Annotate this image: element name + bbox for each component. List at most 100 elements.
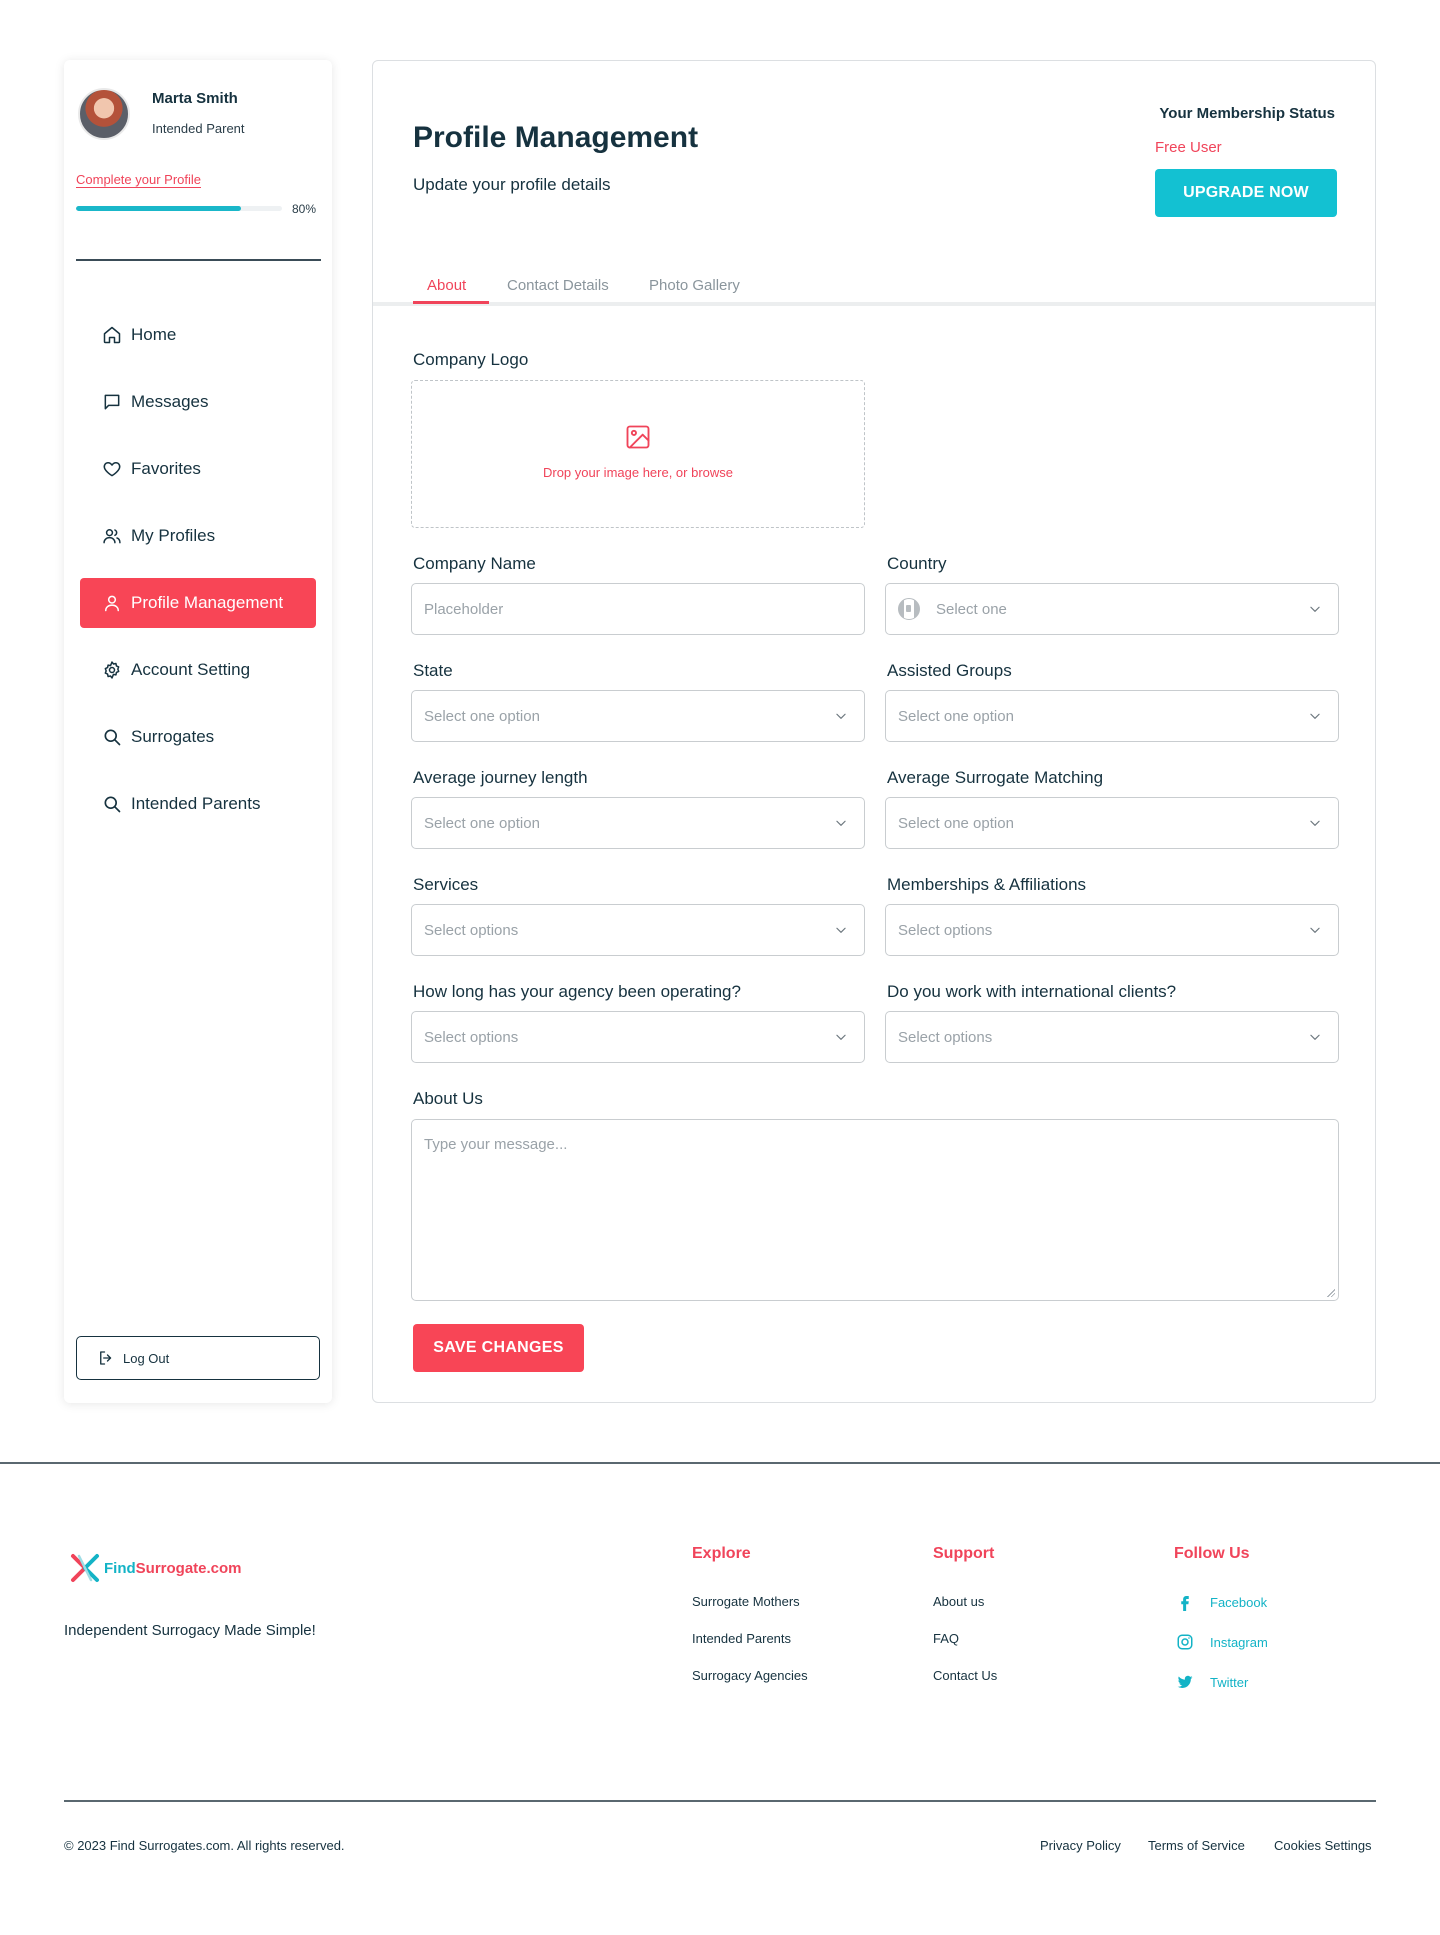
- upgrade-now-button[interactable]: UPGRADE NOW: [1155, 169, 1337, 217]
- sidebar-item-label: Messages: [131, 392, 209, 411]
- facebook-icon: [1181, 1596, 1189, 1611]
- sidebar-item-label: Favorites: [131, 459, 201, 478]
- users-icon: [103, 529, 121, 544]
- memberships-label: Memberships & Affiliations: [887, 875, 1087, 894]
- sidebar-item-surrogates[interactable]: Surrogates: [80, 712, 316, 762]
- memberships-select[interactable]: Select options: [885, 904, 1339, 956]
- sidebar-item-label: Account Setting: [131, 660, 251, 679]
- user-role: Intended Parent: [152, 121, 245, 136]
- save-changes-button[interactable]: SAVE CHANGES: [413, 1324, 584, 1372]
- journey-length-select-value: Select one option: [424, 814, 540, 832]
- logout-button[interactable]: Log Out: [76, 1336, 320, 1380]
- state-label: State: [413, 661, 453, 680]
- logout-icon: [100, 1351, 112, 1365]
- terms-of-service-link[interactable]: Terms of Service: [1148, 1838, 1245, 1853]
- chevron-down-icon: [836, 927, 846, 933]
- country-label: Country: [887, 554, 947, 573]
- company-logo-dropzone[interactable]: Drop your image here, or browse: [411, 380, 865, 528]
- footer-link-contact-us[interactable]: Contact Us: [933, 1668, 997, 1683]
- sidebar-item-label: Intended Parents: [131, 794, 261, 813]
- gear-icon: [104, 661, 120, 679]
- tab-contact-details[interactable]: Contact Details: [507, 277, 609, 294]
- tab-photo-gallery[interactable]: Photo Gallery: [649, 277, 740, 294]
- agency-operating-select-value: Select options: [424, 1028, 519, 1046]
- sidebar-item-label: Surrogates: [131, 727, 215, 746]
- footer-divider: [0, 1462, 1440, 1464]
- sidebar-item-favorites[interactable]: Favorites: [80, 444, 316, 494]
- footer-social-twitter[interactable]: Twitter: [1176, 1673, 1248, 1691]
- footer-social-instagram[interactable]: Instagram: [1176, 1633, 1268, 1651]
- sidebar-item-profile-management[interactable]: Profile Management: [80, 578, 316, 628]
- twitter-label: Twitter: [1210, 1674, 1249, 1690]
- tab-about[interactable]: About: [427, 277, 466, 294]
- sidebar-item-label: My Profiles: [131, 526, 216, 545]
- services-select[interactable]: Select options: [411, 904, 865, 956]
- journey-length-label: Average journey length: [413, 768, 588, 787]
- message-icon: [104, 394, 120, 410]
- chevron-down-icon: [836, 820, 846, 826]
- user-profile-summary: Marta Smith Intended Parent: [78, 88, 245, 140]
- heart-icon: [103, 462, 121, 477]
- sidebar-item-label: Home: [131, 325, 177, 344]
- instagram-label: Instagram: [1210, 1634, 1268, 1650]
- privacy-policy-link[interactable]: Privacy Policy: [1040, 1838, 1121, 1853]
- page-title: Profile Management: [413, 121, 699, 154]
- sidebar-item-messages[interactable]: Messages: [80, 377, 316, 427]
- footer-tagline: Independent Surrogacy Made Simple!: [64, 1622, 316, 1639]
- facebook-label: Facebook: [1210, 1594, 1268, 1610]
- state-select[interactable]: Select one option: [411, 690, 865, 742]
- international-clients-select-value: Select options: [898, 1028, 993, 1046]
- about-us-placeholder: Type your message...: [424, 1136, 568, 1153]
- cookies-settings-link[interactable]: Cookies Settings: [1274, 1838, 1372, 1853]
- footer-social-facebook[interactable]: Facebook: [1176, 1593, 1267, 1611]
- agency-operating-select[interactable]: Select options: [411, 1011, 865, 1063]
- international-clients-select[interactable]: Select options: [885, 1011, 1339, 1063]
- agency-operating-label: How long has your agency been operating?: [413, 982, 741, 1001]
- company-name-input[interactable]: Placeholder: [411, 583, 865, 635]
- twitter-icon: [1177, 1675, 1193, 1689]
- footer-explore-title: Explore: [692, 1545, 751, 1562]
- logo-text: FindSurrogate.com: [104, 1559, 242, 1577]
- avatar[interactable]: [78, 88, 130, 140]
- profile-progress-bar: [76, 206, 282, 211]
- membership-status-value: Free User: [1155, 139, 1222, 156]
- sidebar-item-home[interactable]: Home: [80, 310, 316, 360]
- country-select[interactable]: Select one: [885, 583, 1339, 635]
- journey-length-select[interactable]: Select one option: [411, 797, 865, 849]
- search-icon: [104, 729, 121, 746]
- search-icon: [104, 796, 121, 813]
- services-label: Services: [413, 875, 479, 894]
- about-us-textarea[interactable]: Type your message...: [411, 1119, 1339, 1301]
- footer-link-about-us[interactable]: About us: [933, 1594, 984, 1609]
- instagram-icon: [1177, 1634, 1193, 1650]
- state-select-value: Select one option: [424, 707, 540, 725]
- chevron-down-icon: [836, 713, 846, 719]
- surrogate-matching-select-value: Select one option: [898, 814, 1014, 832]
- chevron-down-icon: [1310, 606, 1320, 612]
- footer-link-faq[interactable]: FAQ: [933, 1631, 959, 1646]
- footer-link-surrogate-mothers[interactable]: Surrogate Mothers: [692, 1594, 800, 1609]
- profile-progress-fill: [76, 206, 241, 211]
- footer-logo[interactable]: FindSurrogate.com: [70, 1553, 242, 1583]
- tabs-divider: [373, 302, 1375, 306]
- surrogate-matching-select[interactable]: Select one option: [885, 797, 1339, 849]
- active-tab-indicator: [413, 301, 489, 304]
- sidebar-item-my-profiles[interactable]: My Profiles: [80, 511, 316, 561]
- image-icon: [626, 425, 650, 449]
- resize-handle[interactable]: [1327, 1289, 1335, 1297]
- footer-link-intended-parents[interactable]: Intended Parents: [692, 1631, 791, 1646]
- sidebar: Marta Smith Intended Parent Complete you…: [64, 60, 332, 1403]
- sidebar-item-intended-parents[interactable]: Intended Parents: [80, 779, 316, 829]
- footer-link-surrogacy-agencies[interactable]: Surrogacy Agencies: [692, 1668, 808, 1683]
- sidebar-divider: [76, 259, 321, 261]
- complete-profile-link[interactable]: Complete your Profile: [76, 172, 201, 187]
- sidebar-nav: Home Messages Favorites My Profiles Prof…: [80, 310, 316, 846]
- page-subtitle: Update your profile details: [413, 175, 611, 194]
- chevron-down-icon: [1310, 820, 1320, 826]
- memberships-select-value: Select options: [898, 921, 993, 939]
- assisted-groups-select[interactable]: Select one option: [885, 690, 1339, 742]
- footer-support-title: Support: [933, 1545, 995, 1562]
- footer-follow-title: Follow Us: [1174, 1545, 1250, 1562]
- chevron-down-icon: [1310, 713, 1320, 719]
- sidebar-item-account-setting[interactable]: Account Setting: [80, 645, 316, 695]
